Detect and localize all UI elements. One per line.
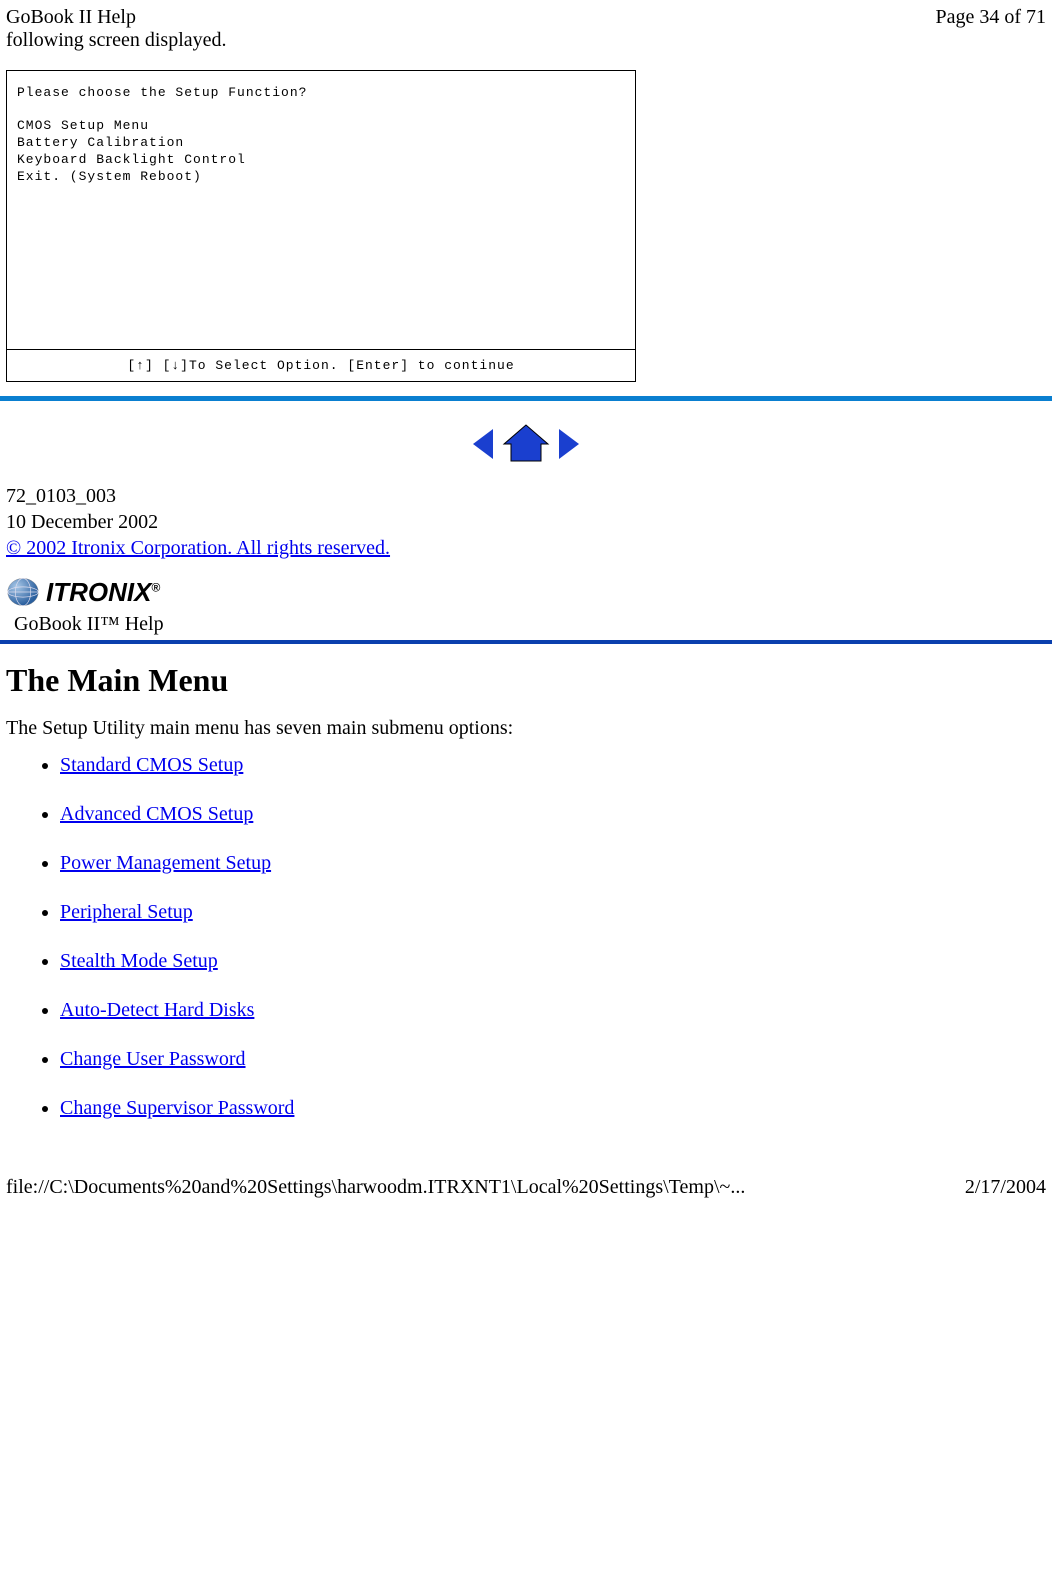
brand-block: ITRONIX® GoBook II™ Help [6,575,1046,638]
brand-name: ITRONIX [46,577,151,607]
link-power-management[interactable]: Power Management Setup [60,852,271,874]
link-advanced-cmos[interactable]: Advanced CMOS Setup [60,803,253,825]
prev-arrow-icon[interactable] [473,429,493,459]
list-item: Change Supervisor Password [60,1097,1052,1120]
list-item: Stealth Mode Setup [60,950,1052,973]
link-stealth-mode[interactable]: Stealth Mode Setup [60,950,218,972]
doc-date: 10 December 2002 [6,509,1046,535]
list-item: Power Management Setup [60,852,1052,875]
bios-menu-item: Keyboard Backlight Control [17,152,625,169]
copyright-link[interactable]: © 2002 Itronix Corporation. All rights r… [6,537,390,559]
list-item: Advanced CMOS Setup [60,803,1052,826]
bios-screen-top: Please choose the Setup Function? CMOS S… [7,71,635,350]
brand-logo: ITRONIX® [6,575,1046,609]
doc-meta: 72_0103_003 10 December 2002 © 2002 Itro… [0,483,1052,561]
part-number: 72_0103_003 [6,483,1046,509]
next-arrow-icon[interactable] [559,429,579,459]
list-item: Standard CMOS Setup [60,754,1052,777]
bios-menu-item: Battery Calibration [17,135,625,152]
link-peripheral-setup[interactable]: Peripheral Setup [60,901,193,923]
link-autodetect-hdd[interactable]: Auto-Detect Hard Disks [60,999,254,1021]
footer-path: file://C:\Documents%20and%20Settings\har… [6,1176,745,1199]
list-item: Auto-Detect Hard Disks [60,999,1052,1022]
submenu-list: Standard CMOS Setup Advanced CMOS Setup … [0,754,1052,1120]
divider-thin [0,640,1052,644]
home-icon[interactable] [504,425,548,461]
section-intro: The Setup Utility main menu has seven ma… [6,717,1046,740]
footer-date: 2/17/2004 [965,1176,1046,1199]
intro-text: following screen displayed. [0,29,1052,60]
link-standard-cmos[interactable]: Standard CMOS Setup [60,754,243,776]
globe-icon [6,575,40,609]
bios-menu-item: CMOS Setup Menu [17,118,625,135]
link-change-user-password[interactable]: Change User Password [60,1048,246,1070]
brand-help-label: GoBook II™ Help [6,609,1046,638]
bios-screen-footer: [↑] [↓]To Select Option. [Enter] to cont… [7,350,635,381]
list-item: Peripheral Setup [60,901,1052,924]
section-heading: The Main Menu [6,662,1046,699]
link-change-supervisor-password[interactable]: Change Supervisor Password [60,1097,294,1119]
bios-menu-item: Exit. (System Reboot) [17,169,625,186]
list-item: Change User Password [60,1048,1052,1071]
nav-icons [0,423,1052,471]
bios-screenshot: Please choose the Setup Function? CMOS S… [6,70,636,382]
divider [0,396,1052,401]
page-footer: file://C:\Documents%20and%20Settings\har… [0,1146,1052,1205]
brand-reg: ® [151,580,160,594]
page-header: GoBook II Help Page 34 of 71 [0,0,1052,29]
bios-prompt: Please choose the Setup Function? [17,85,625,100]
doc-title: GoBook II Help [6,6,136,29]
page-indicator: Page 34 of 71 [935,6,1046,29]
